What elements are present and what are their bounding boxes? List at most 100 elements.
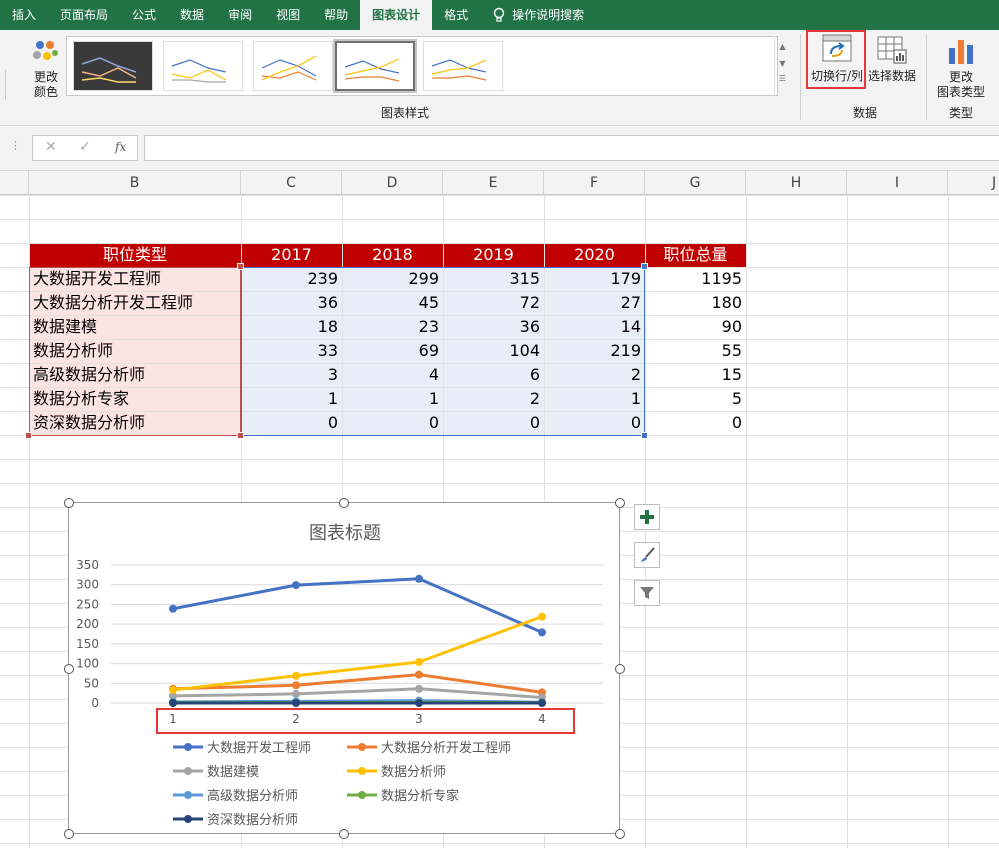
cancel-icon[interactable]: ✕: [45, 139, 57, 155]
tab-formulas[interactable]: 公式: [120, 0, 168, 30]
table-value-cell[interactable]: 2: [443, 387, 544, 411]
range-handle[interactable]: [25, 432, 32, 439]
enter-icon[interactable]: ✓: [79, 139, 91, 155]
legend-entry[interactable]: 高级数据分析师: [173, 785, 298, 804]
legend-entry[interactable]: 数据分析师: [347, 761, 446, 780]
tab-insert[interactable]: 插入: [0, 0, 48, 30]
column-header-j[interactable]: J: [948, 171, 999, 195]
table-value-cell[interactable]: 3: [241, 363, 342, 387]
table-value-cell[interactable]: 15: [645, 363, 746, 387]
column-header-partial[interactable]: [0, 171, 29, 195]
chart-elements-button[interactable]: [634, 504, 660, 530]
column-header-c[interactable]: C: [241, 171, 342, 195]
gallery-scroll[interactable]: ▲ ▼ ☰: [774, 36, 790, 96]
table-header-cell[interactable]: 2019: [443, 243, 544, 267]
tab-data[interactable]: 数据: [168, 0, 216, 30]
table-value-cell[interactable]: 55: [645, 339, 746, 363]
column-header-f[interactable]: F: [544, 171, 645, 195]
table-value-cell[interactable]: 104: [443, 339, 544, 363]
table-value-cell[interactable]: 1195: [645, 267, 746, 291]
table-category-cell[interactable]: 数据建模: [33, 315, 241, 339]
table-value-cell[interactable]: 179: [544, 267, 645, 291]
tab-format[interactable]: 格式: [432, 0, 480, 30]
chart-resize-handle[interactable]: [64, 664, 74, 674]
table-value-cell[interactable]: 1: [544, 387, 645, 411]
change-chart-type-button[interactable]: 更改 图表类型: [932, 34, 990, 104]
gallery-more-icon[interactable]: ☰: [775, 74, 790, 83]
table-header-cell[interactable]: 2018: [342, 243, 443, 267]
tab-help[interactable]: 帮助: [312, 0, 360, 30]
legend-entry[interactable]: 数据建模: [173, 761, 259, 780]
table-value-cell[interactable]: 90: [645, 315, 746, 339]
table-category-cell[interactable]: 数据分析专家: [33, 387, 241, 411]
change-colors-button[interactable]: 更改 颜色: [22, 34, 70, 104]
column-header-d[interactable]: D: [342, 171, 443, 195]
table-value-cell[interactable]: 0: [645, 411, 746, 435]
table-header-cell[interactable]: 2020: [544, 243, 645, 267]
table-value-cell[interactable]: 45: [342, 291, 443, 315]
table-value-cell[interactable]: 4: [342, 363, 443, 387]
table-value-cell[interactable]: 1: [241, 387, 342, 411]
chart-style-thumb[interactable]: [253, 41, 333, 91]
table-value-cell[interactable]: 0: [241, 411, 342, 435]
tab-page-layout[interactable]: 页面布局: [48, 0, 120, 30]
table-value-cell[interactable]: 14: [544, 315, 645, 339]
table-category-cell[interactable]: 大数据开发工程师: [33, 267, 241, 291]
table-value-cell[interactable]: 6: [443, 363, 544, 387]
switch-row-column-button[interactable]: 切换行/列: [808, 34, 866, 88]
table-value-cell[interactable]: 299: [342, 267, 443, 291]
gallery-up-icon[interactable]: ▲: [775, 42, 790, 51]
chart-styles-button[interactable]: [634, 542, 660, 568]
tell-me-search[interactable]: 操作说明搜索: [480, 0, 596, 30]
table-value-cell[interactable]: 36: [241, 291, 342, 315]
chart-object[interactable]: 图表标题 0 50 100 150 200 250 300 350 1 2 3 4 大数据开发工程师大…: [68, 502, 620, 834]
table-value-cell[interactable]: 69: [342, 339, 443, 363]
chart-plot-area[interactable]: 0501001502002503003501 2 3 4: [69, 503, 621, 835]
table-header-cell[interactable]: 职位类型: [29, 243, 241, 267]
table-value-cell[interactable]: 180: [645, 291, 746, 315]
table-value-cell[interactable]: 219: [544, 339, 645, 363]
tab-review[interactable]: 审阅: [216, 0, 264, 30]
table-value-cell[interactable]: 315: [443, 267, 544, 291]
table-value-cell[interactable]: 2: [544, 363, 645, 387]
legend-entry[interactable]: 大数据开发工程师: [173, 737, 311, 756]
table-value-cell[interactable]: 239: [241, 267, 342, 291]
column-header-e[interactable]: E: [443, 171, 544, 195]
gallery-down-icon[interactable]: ▼: [775, 59, 790, 68]
chart-style-thumb[interactable]: [73, 41, 153, 91]
table-value-cell[interactable]: 23: [342, 315, 443, 339]
chart-style-thumb[interactable]: [163, 41, 243, 91]
legend-entry[interactable]: 数据分析专家: [347, 785, 459, 804]
column-header-g[interactable]: G: [645, 171, 746, 195]
chart-filters-button[interactable]: [634, 580, 660, 606]
table-header-cell[interactable]: 职位总量: [645, 243, 746, 267]
legend-entry[interactable]: 资深数据分析师: [173, 809, 298, 828]
chart-resize-handle[interactable]: [339, 498, 349, 508]
chart-resize-handle[interactable]: [64, 498, 74, 508]
chart-resize-handle[interactable]: [615, 829, 625, 839]
table-value-cell[interactable]: 0: [443, 411, 544, 435]
table-value-cell[interactable]: 5: [645, 387, 746, 411]
table-category-cell[interactable]: 数据分析师: [33, 339, 241, 363]
chart-resize-handle[interactable]: [339, 829, 349, 839]
tab-view[interactable]: 视图: [264, 0, 312, 30]
table-category-cell[interactable]: 高级数据分析师: [33, 363, 241, 387]
select-data-button[interactable]: 选择数据: [866, 34, 918, 88]
chart-style-thumb-selected[interactable]: [335, 41, 415, 91]
table-category-cell[interactable]: 大数据分析开发工程师: [33, 291, 241, 315]
insert-function-icon[interactable]: fx: [115, 140, 126, 154]
table-value-cell[interactable]: 33: [241, 339, 342, 363]
chart-resize-handle[interactable]: [615, 664, 625, 674]
table-value-cell[interactable]: 27: [544, 291, 645, 315]
column-header-h[interactable]: H: [746, 171, 847, 195]
table-header-cell[interactable]: 2017: [241, 243, 342, 267]
chart-resize-handle[interactable]: [615, 498, 625, 508]
column-header-b[interactable]: B: [29, 171, 241, 195]
tab-chart-design[interactable]: 图表设计: [360, 0, 433, 30]
table-value-cell[interactable]: 0: [342, 411, 443, 435]
chart-resize-handle[interactable]: [64, 829, 74, 839]
column-header-i[interactable]: I: [847, 171, 948, 195]
table-category-cell[interactable]: 资深数据分析师: [33, 411, 241, 435]
table-value-cell[interactable]: 72: [443, 291, 544, 315]
table-value-cell[interactable]: 1: [342, 387, 443, 411]
